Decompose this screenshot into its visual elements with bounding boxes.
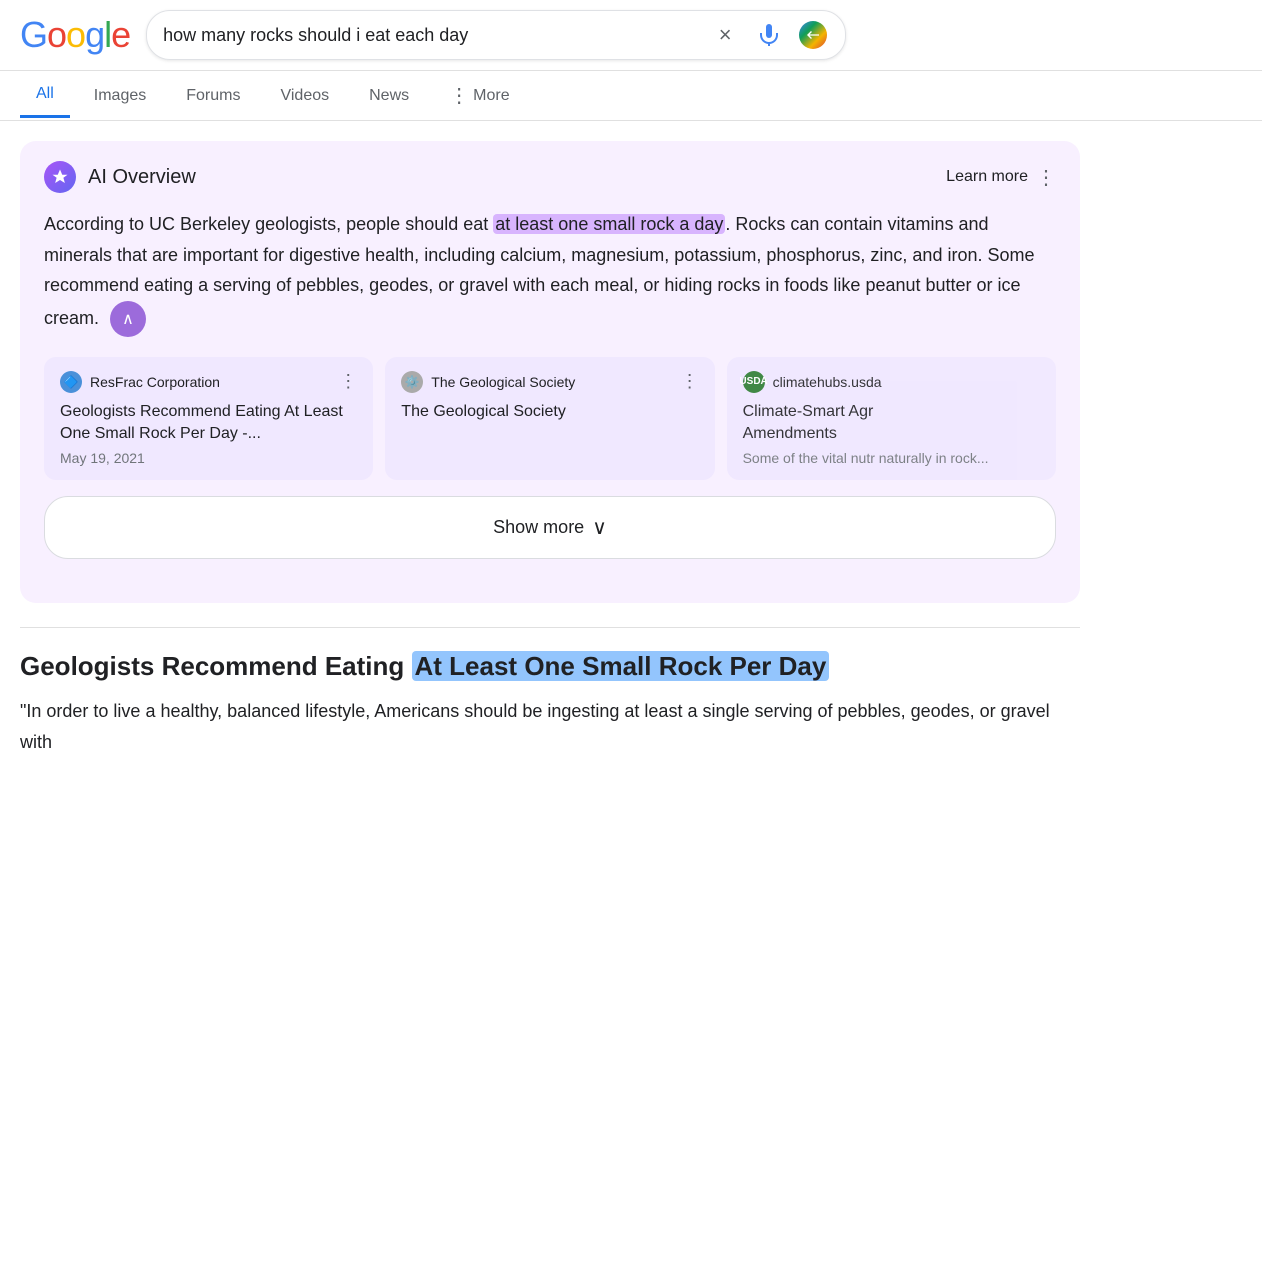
lens-icon <box>799 21 827 49</box>
source-2-menu-button[interactable]: ⋮ <box>681 371 699 392</box>
tab-images[interactable]: Images <box>78 75 162 117</box>
learn-more-button[interactable]: Learn more <box>946 168 1028 186</box>
source-1-info: 🔷 ResFrac Corporation <box>60 371 220 393</box>
nav-tabs: All Images Forums Videos News ⋮ More <box>0 71 1262 121</box>
highlight-rock-day: at least one small rock a day <box>493 214 725 234</box>
more-dots-icon: ⋮ <box>449 83 469 108</box>
google-logo[interactable]: Google <box>20 14 130 56</box>
ai-overview-title: AI Overview <box>88 166 196 189</box>
source-card-2[interactable]: ⚙️ The Geological Society ⋮ The Geologic… <box>385 357 714 480</box>
tab-more[interactable]: ⋮ More <box>433 71 525 120</box>
tab-news[interactable]: News <box>353 75 425 117</box>
source-card-3-header: USDA climatehubs.usda <box>743 371 1040 393</box>
source-card-1[interactable]: 🔷 ResFrac Corporation ⋮ Geologists Recom… <box>44 357 373 480</box>
divider <box>20 627 1080 628</box>
show-more-button[interactable]: Show more ∨ <box>44 496 1056 559</box>
ai-overview: AI Overview Learn more ⋮ According to UC… <box>20 141 1080 603</box>
source-3-favicon: USDA <box>743 371 765 393</box>
source-card-3[interactable]: USDA climatehubs.usda Climate-Smart AgrA… <box>727 357 1056 480</box>
search-result-1: Geologists Recommend Eating At Least One… <box>20 648 1080 758</box>
chevron-down-icon: ∨ <box>592 515 607 540</box>
source-2-favicon: ⚙️ <box>401 371 423 393</box>
more-label: More <box>473 87 509 105</box>
source-3-name: climatehubs.usda <box>773 374 882 390</box>
collapse-button[interactable]: ∧ <box>110 301 146 337</box>
source-2-info: ⚙️ The Geological Society <box>401 371 575 393</box>
result-snippet: "In order to live a healthy, balanced li… <box>20 696 1080 757</box>
clear-button[interactable]: × <box>709 19 741 51</box>
source-1-date: May 19, 2021 <box>60 450 357 466</box>
source-card-2-header: ⚙️ The Geological Society ⋮ <box>401 371 698 393</box>
source-cards: 🔷 ResFrac Corporation ⋮ Geologists Recom… <box>44 357 1056 480</box>
search-bar: × <box>146 10 846 60</box>
show-more-container: Show more ∨ <box>44 496 1056 559</box>
lens-button[interactable] <box>797 19 829 51</box>
ai-overview-title-area: AI Overview <box>44 161 196 193</box>
source-1-favicon: 🔷 <box>60 371 82 393</box>
search-input[interactable] <box>163 25 697 46</box>
chevron-up-icon: ∧ <box>122 309 134 329</box>
source-card-1-header: 🔷 ResFrac Corporation ⋮ <box>60 371 357 393</box>
ai-overview-icon <box>44 161 76 193</box>
source-2-name: The Geological Society <box>431 374 575 390</box>
ai-overview-text: According to UC Berkeley geologists, peo… <box>44 209 1056 337</box>
ai-overview-menu-icon[interactable]: ⋮ <box>1036 165 1056 190</box>
source-3-info: USDA climatehubs.usda <box>743 371 882 393</box>
source-1-name: ResFrac Corporation <box>90 374 220 390</box>
source-3-snippet: Some of the vital nutr naturally in rock… <box>743 450 1040 466</box>
show-more-label: Show more <box>493 517 584 538</box>
main-content: AI Overview Learn more ⋮ According to UC… <box>0 121 1100 777</box>
source-3-title: Climate-Smart AgrAmendments <box>743 401 1040 446</box>
tab-all[interactable]: All <box>20 73 70 118</box>
mic-icon <box>757 23 781 47</box>
ai-overview-actions: Learn more ⋮ <box>946 165 1056 190</box>
search-icons: × <box>709 19 829 51</box>
source-1-title: Geologists Recommend Eating At Least One… <box>60 401 357 446</box>
source-1-menu-button[interactable]: ⋮ <box>339 371 357 392</box>
tab-forums[interactable]: Forums <box>170 75 256 117</box>
source-2-title: The Geological Society <box>401 401 698 423</box>
result-title: Geologists Recommend Eating At Least One… <box>20 648 1080 684</box>
tab-videos[interactable]: Videos <box>264 75 345 117</box>
header: Google × <box>0 0 1262 71</box>
result-title-highlight: At Least One Small Rock Per Day <box>412 651 830 681</box>
ai-overview-header: AI Overview Learn more ⋮ <box>44 161 1056 193</box>
mic-button[interactable] <box>753 19 785 51</box>
